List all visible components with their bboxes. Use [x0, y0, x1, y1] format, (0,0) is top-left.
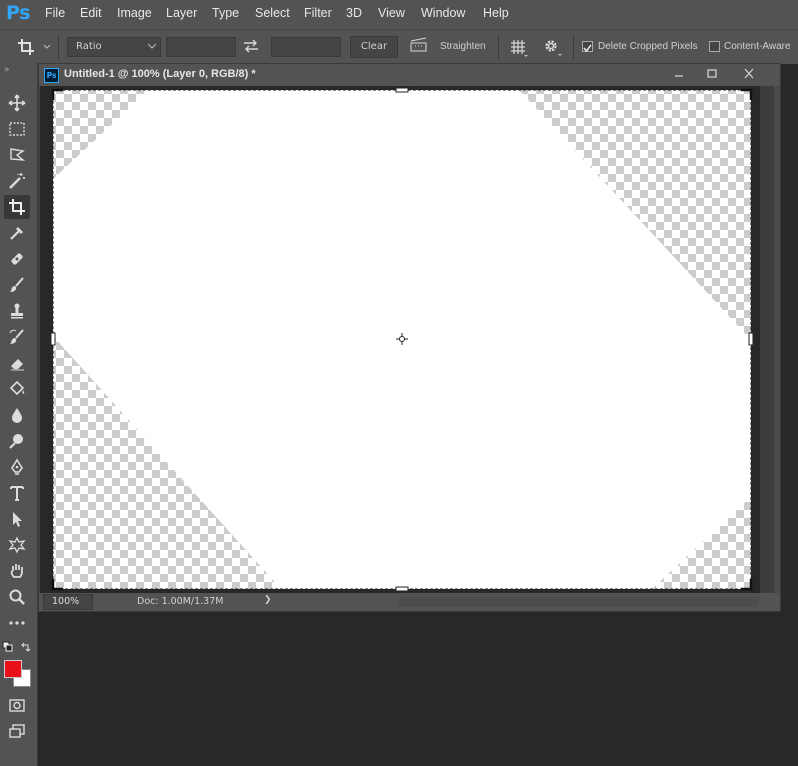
menu-bar: Ps File Edit Image Layer Type Select Fil…: [0, 0, 798, 29]
healing-brush-tool-icon[interactable]: [4, 247, 30, 271]
ratio-height-field[interactable]: [271, 37, 341, 57]
lasso-tool-icon[interactable]: [4, 143, 30, 167]
maximize-icon[interactable]: [705, 68, 719, 83]
history-brush-tool-icon[interactable]: [4, 325, 30, 349]
vertical-scrollbar[interactable]: [760, 86, 780, 593]
document-window: Ps Untitled-1 @ 100% (Layer 0, RGB/8) *: [38, 63, 781, 612]
menu-image[interactable]: Image: [117, 6, 152, 20]
crop-handle-right[interactable]: [748, 332, 754, 346]
ratio-dropdown[interactable]: Ratio: [67, 37, 161, 57]
doc-size-info: Doc: 1.00M/1.37M: [137, 596, 224, 607]
brush-tool-icon[interactable]: [4, 273, 30, 297]
menu-type[interactable]: Type: [212, 6, 239, 20]
menu-window[interactable]: Window: [421, 6, 465, 20]
crop-handle-left[interactable]: [50, 332, 56, 346]
screen-mode-icon[interactable]: [4, 719, 30, 743]
clone-stamp-tool-icon[interactable]: [4, 299, 30, 323]
crop-handle-bottom[interactable]: [395, 586, 409, 592]
canvas-area[interactable]: [40, 86, 760, 593]
menu-3d[interactable]: 3D: [346, 6, 362, 20]
gear-icon: [545, 40, 562, 56]
magic-wand-tool-icon[interactable]: [4, 169, 30, 193]
eyedropper-tool-icon[interactable]: [4, 221, 30, 245]
ps-doc-badge: Ps: [44, 68, 59, 83]
pen-tool-icon[interactable]: [4, 455, 30, 479]
delete-cropped-label[interactable]: Delete Cropped Pixels: [598, 41, 698, 52]
straighten-button[interactable]: [409, 37, 429, 56]
tool-preset-picker[interactable]: [16, 36, 52, 58]
grid-icon: [511, 40, 528, 57]
menu-edit[interactable]: Edit: [80, 6, 102, 20]
clear-button[interactable]: Clear: [350, 36, 398, 58]
more-tools-icon[interactable]: [4, 611, 30, 635]
zoom-level-field[interactable]: 100%: [43, 594, 93, 610]
zoom-tool-icon[interactable]: [4, 585, 30, 609]
image-canvas[interactable]: [40, 86, 760, 593]
menu-view[interactable]: View: [378, 6, 405, 20]
paint-bucket-tool-icon[interactable]: [4, 377, 30, 401]
separator: [573, 35, 574, 59]
options-bar: Ratio Clear Straighten Delete Cropped Pi…: [0, 29, 798, 64]
swap-dimensions-button[interactable]: [243, 39, 259, 56]
straighten-icon: [410, 37, 427, 52]
separator: [498, 35, 499, 59]
overlay-options-button[interactable]: [509, 38, 529, 61]
collapse-panel-icon[interactable]: »: [4, 65, 10, 75]
quick-mask-icon[interactable]: [4, 693, 30, 717]
crop-tool-icon[interactable]: [4, 195, 30, 219]
menu-filter[interactable]: Filter: [304, 6, 332, 20]
menu-file[interactable]: File: [45, 6, 65, 20]
horizontal-scrollbar[interactable]: [399, 597, 759, 607]
straighten-label[interactable]: Straighten: [440, 41, 486, 52]
separator: [58, 35, 59, 59]
custom-shape-tool-icon[interactable]: [4, 533, 30, 557]
close-icon[interactable]: [742, 68, 756, 83]
status-bar: 100% Doc: 1.00M/1.37M ❯: [39, 593, 780, 611]
content-aware-checkbox[interactable]: [709, 41, 720, 52]
menu-layer[interactable]: Layer: [166, 6, 197, 20]
tools-panel: »: [0, 63, 38, 766]
app-logo: Ps: [6, 2, 30, 24]
dodge-tool-icon[interactable]: [4, 429, 30, 453]
hand-tool-icon[interactable]: [4, 559, 30, 583]
delete-cropped-checkbox[interactable]: [582, 41, 593, 53]
crop-tool-icon: [18, 39, 51, 55]
menu-help[interactable]: Help: [483, 6, 509, 20]
chevron-down-icon: [148, 44, 156, 49]
blur-tool-icon[interactable]: [4, 403, 30, 427]
minimize-icon[interactable]: [672, 68, 686, 83]
checkmark-icon: [583, 44, 592, 53]
menu-select[interactable]: Select: [255, 6, 290, 20]
scrollbar-track[interactable]: [760, 86, 774, 593]
type-tool-icon[interactable]: [4, 481, 30, 505]
path-selection-tool-icon[interactable]: [4, 507, 30, 531]
swap-colors-icon[interactable]: [20, 641, 32, 656]
eraser-tool-icon[interactable]: [4, 351, 30, 375]
crop-handle-top[interactable]: [395, 87, 409, 93]
content-aware-label[interactable]: Content-Aware: [724, 41, 791, 52]
swap-icon: [244, 39, 258, 53]
ratio-width-field[interactable]: [166, 37, 236, 57]
move-tool-icon[interactable]: [4, 91, 30, 115]
crop-settings-button[interactable]: [543, 38, 565, 61]
foreground-color-swatch[interactable]: [4, 660, 22, 678]
document-title: Untitled-1 @ 100% (Layer 0, RGB/8) *: [64, 68, 256, 80]
ratio-label: Ratio: [76, 41, 102, 52]
default-colors-icon[interactable]: [2, 641, 14, 656]
marquee-tool-icon[interactable]: [4, 117, 30, 141]
document-tab[interactable]: Ps Untitled-1 @ 100% (Layer 0, RGB/8) *: [39, 64, 780, 86]
status-menu-arrow-icon[interactable]: ❯: [264, 595, 272, 605]
